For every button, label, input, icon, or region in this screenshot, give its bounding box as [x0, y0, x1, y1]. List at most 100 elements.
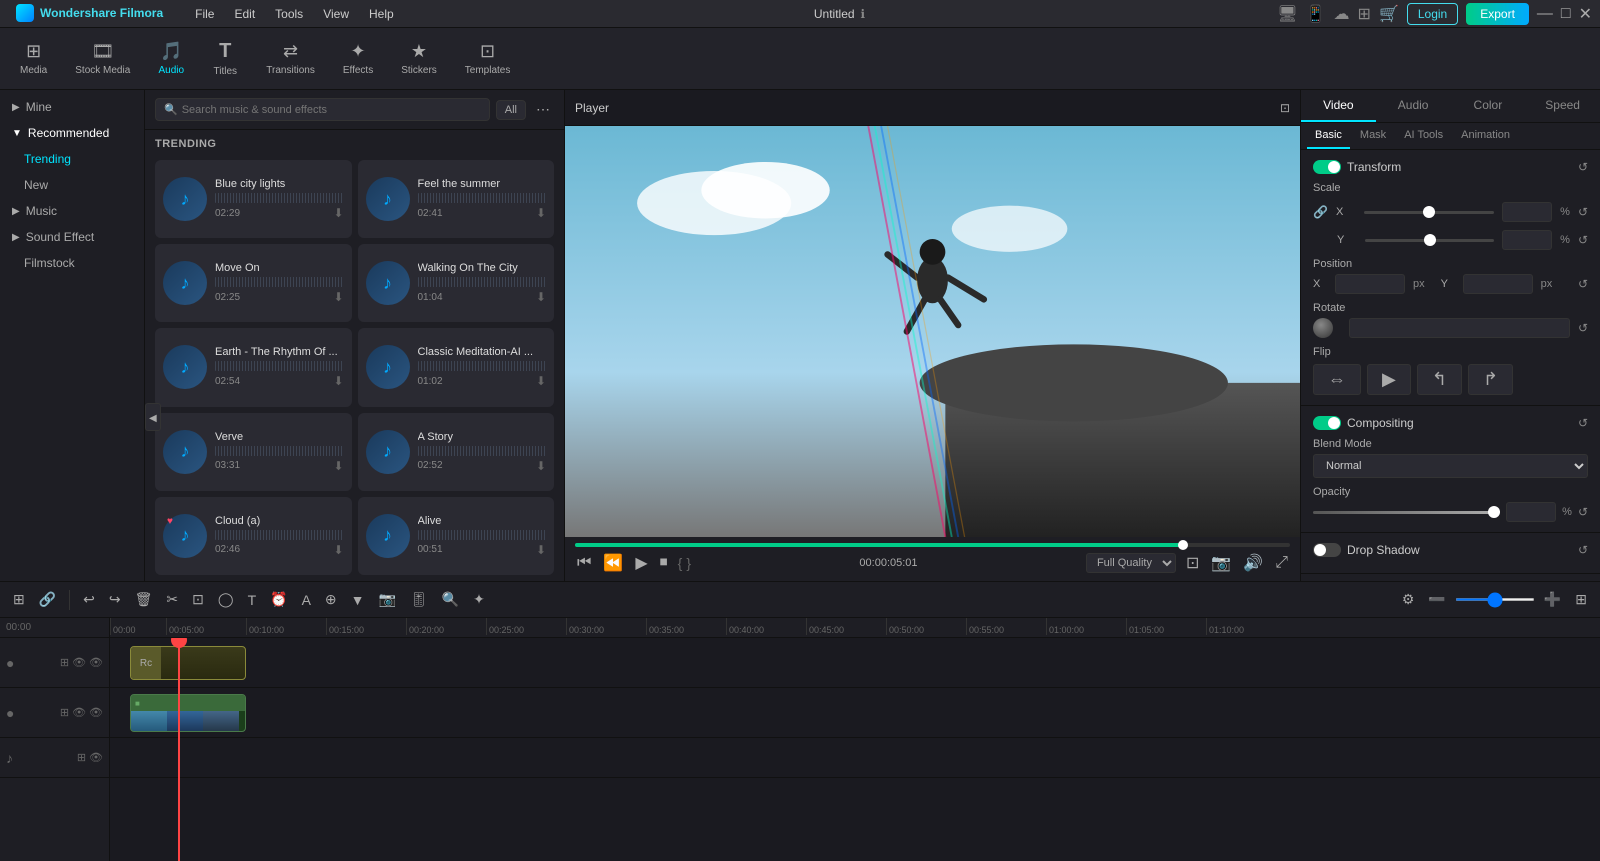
tool-transitions[interactable]: ⇄ Transitions [254, 37, 327, 80]
download-icon-6[interactable]: ⬇ [536, 374, 546, 388]
pos-x-input[interactable]: 0.00 [1335, 274, 1405, 294]
blend-mode-select[interactable]: Normal Dissolve Multiply Screen Overlay [1313, 454, 1588, 478]
sidebar-item-filmstock[interactable]: Filmstock [0, 250, 144, 276]
tab-video[interactable]: Video [1301, 90, 1376, 122]
menu-file[interactable]: File [187, 0, 222, 27]
download-icon-5[interactable]: ⬇ [333, 374, 343, 388]
video-clip[interactable]: ■ [130, 694, 246, 732]
search-input[interactable] [182, 104, 481, 116]
track2-folder-icon[interactable]: ⊞ [60, 706, 69, 719]
track1-visibility-icon[interactable]: ● [6, 655, 14, 671]
bracket-in[interactable]: { [678, 555, 683, 571]
track2-lock-icon[interactable]: 👁 [89, 706, 103, 719]
audio-track-folder-icon[interactable]: ⊞ [77, 751, 86, 764]
stop-button[interactable]: ⏹ [658, 552, 670, 574]
bracket-out[interactable]: } [686, 555, 691, 571]
tl-timer-icon[interactable]: ⏰ [265, 589, 292, 610]
screenshot-icon[interactable]: 📷 [1209, 551, 1233, 575]
tab-speed[interactable]: Speed [1525, 90, 1600, 122]
volume-icon[interactable]: 🔊 [1241, 551, 1265, 575]
quality-select[interactable]: Full Quality [1086, 553, 1176, 573]
filter-button[interactable]: All [496, 100, 526, 120]
music-card-1[interactable]: ♪ Blue city lights 02:29 ⬇ [155, 160, 352, 238]
tl-layout-icon[interactable]: ⊞ [1570, 589, 1592, 610]
shadow-toggle[interactable] [1313, 543, 1341, 557]
transform-reset-icon[interactable]: ↺ [1578, 160, 1588, 174]
sidebar-group-soundeffect[interactable]: ▶ Sound Effect [0, 224, 144, 250]
prev-frame-button[interactable]: ⏪ [601, 551, 625, 575]
menu-view[interactable]: View [315, 0, 357, 27]
tl-cam-icon[interactable]: 📷 [374, 589, 401, 610]
panel-collapse-btn[interactable]: ◀ [145, 403, 161, 431]
download-icon-4[interactable]: ⬇ [536, 290, 546, 304]
tl-plus-icon[interactable]: ⊕ [320, 589, 342, 610]
music-card-4[interactable]: ♪ Walking On The City 01:04 ⬇ [358, 244, 555, 322]
pos-y-input[interactable]: 0.00 [1463, 274, 1533, 294]
music-card-8[interactable]: ♪ A Story 02:52 ⬇ [358, 413, 555, 491]
more-options-icon[interactable]: ⋯ [532, 99, 554, 120]
tool-stock[interactable]: 🎞 Stock Media [63, 37, 142, 80]
sidebar-item-trending[interactable]: Trending [0, 146, 144, 172]
rewind-button[interactable]: ⏮ [575, 552, 593, 574]
tab-color[interactable]: Color [1451, 90, 1526, 122]
subtab-basic[interactable]: Basic [1307, 123, 1350, 149]
opacity-reset[interactable]: ↺ [1578, 505, 1588, 519]
opacity-slider[interactable] [1313, 511, 1500, 514]
subtab-mask[interactable]: Mask [1352, 123, 1394, 149]
compositing-toggle[interactable] [1313, 416, 1341, 430]
tl-v-icon[interactable]: ▼ [346, 590, 370, 610]
expand-icon[interactable]: ⊡ [1280, 101, 1290, 115]
tl-anim-icon[interactable]: ✦ [468, 589, 490, 610]
scale-y-input[interactable]: 100.0 [1502, 230, 1552, 250]
tl-zoom-out-icon[interactable]: ➖ [1423, 589, 1450, 610]
pos-reset[interactable]: ↺ [1578, 277, 1588, 291]
sidebar-group-recommended[interactable]: ▼ Recommended [0, 120, 144, 146]
minimize-icon[interactable]: — [1537, 5, 1553, 23]
play-button[interactable]: ▶ [633, 551, 649, 575]
sidebar-group-mine[interactable]: ▶ Mine [0, 94, 144, 120]
rotate-reset[interactable]: ↺ [1578, 321, 1588, 335]
flip-tr-button[interactable]: ↱ [1468, 364, 1513, 395]
track2-visibility-icon[interactable]: ● [6, 705, 14, 721]
track2-eye-icon[interactable]: 👁 [72, 706, 86, 719]
shadow-reset-icon[interactable]: ↺ [1578, 543, 1588, 557]
download-icon-8[interactable]: ⬇ [536, 459, 546, 473]
scale-x-input[interactable]: 100.0 [1502, 202, 1552, 222]
tl-delete-icon[interactable]: 🗑 [130, 589, 158, 610]
tool-media[interactable]: ⊞ Media [8, 37, 59, 80]
sidebar-group-music[interactable]: ▶ Music [0, 198, 144, 224]
tl-zoom-in-icon[interactable]: ➕ [1539, 589, 1566, 610]
track1-eye-icon[interactable]: 👁 [72, 656, 86, 669]
tl-zoom-slider[interactable] [1455, 598, 1535, 601]
menu-edit[interactable]: Edit [226, 0, 263, 27]
tool-stickers[interactable]: ★ Stickers [389, 37, 449, 80]
music-card-2[interactable]: ♪ Feel the summer 02:41 ⬇ [358, 160, 555, 238]
music-card-9[interactable]: ♪ Cloud (a) 02:46 ⬇ [155, 497, 352, 575]
scale-x-slider[interactable] [1364, 211, 1494, 214]
fit-screen-icon[interactable]: ⊡ [1184, 551, 1201, 575]
tl-settings-icon[interactable]: ⚙ [1397, 589, 1420, 610]
download-icon-1[interactable]: ⬇ [333, 206, 343, 220]
scale-y-slider[interactable] [1365, 239, 1494, 242]
sidebar-item-new[interactable]: New [0, 172, 144, 198]
maximize-icon[interactable]: □ [1561, 5, 1571, 23]
tl-link-icon[interactable]: 🔗 [34, 589, 61, 610]
flip-v-button[interactable]: ▶ [1367, 364, 1411, 395]
scale-x-reset[interactable]: ↺ [1578, 205, 1588, 219]
lock-scale-icon[interactable]: 🔗 [1313, 205, 1328, 219]
compositing-reset-icon[interactable]: ↺ [1578, 416, 1588, 430]
download-icon-7[interactable]: ⬇ [333, 459, 343, 473]
rotate-dial[interactable] [1313, 318, 1333, 338]
tl-undo-icon[interactable]: ↩ [78, 589, 100, 610]
download-icon-2[interactable]: ⬇ [536, 206, 546, 220]
flip-tl-button[interactable]: ↰ [1417, 364, 1462, 395]
menu-help[interactable]: Help [361, 0, 402, 27]
close-icon[interactable]: ✕ [1579, 4, 1592, 24]
track1-folder-icon[interactable]: ⊞ [60, 656, 69, 669]
tl-grid-icon[interactable]: ⊞ [8, 589, 30, 610]
download-icon-10[interactable]: ⬇ [536, 543, 546, 557]
transform-toggle[interactable] [1313, 160, 1341, 174]
tool-effects[interactable]: ✦ Effects [331, 37, 385, 80]
login-button[interactable]: Login [1407, 3, 1458, 25]
scale-y-reset[interactable]: ↺ [1578, 233, 1588, 247]
